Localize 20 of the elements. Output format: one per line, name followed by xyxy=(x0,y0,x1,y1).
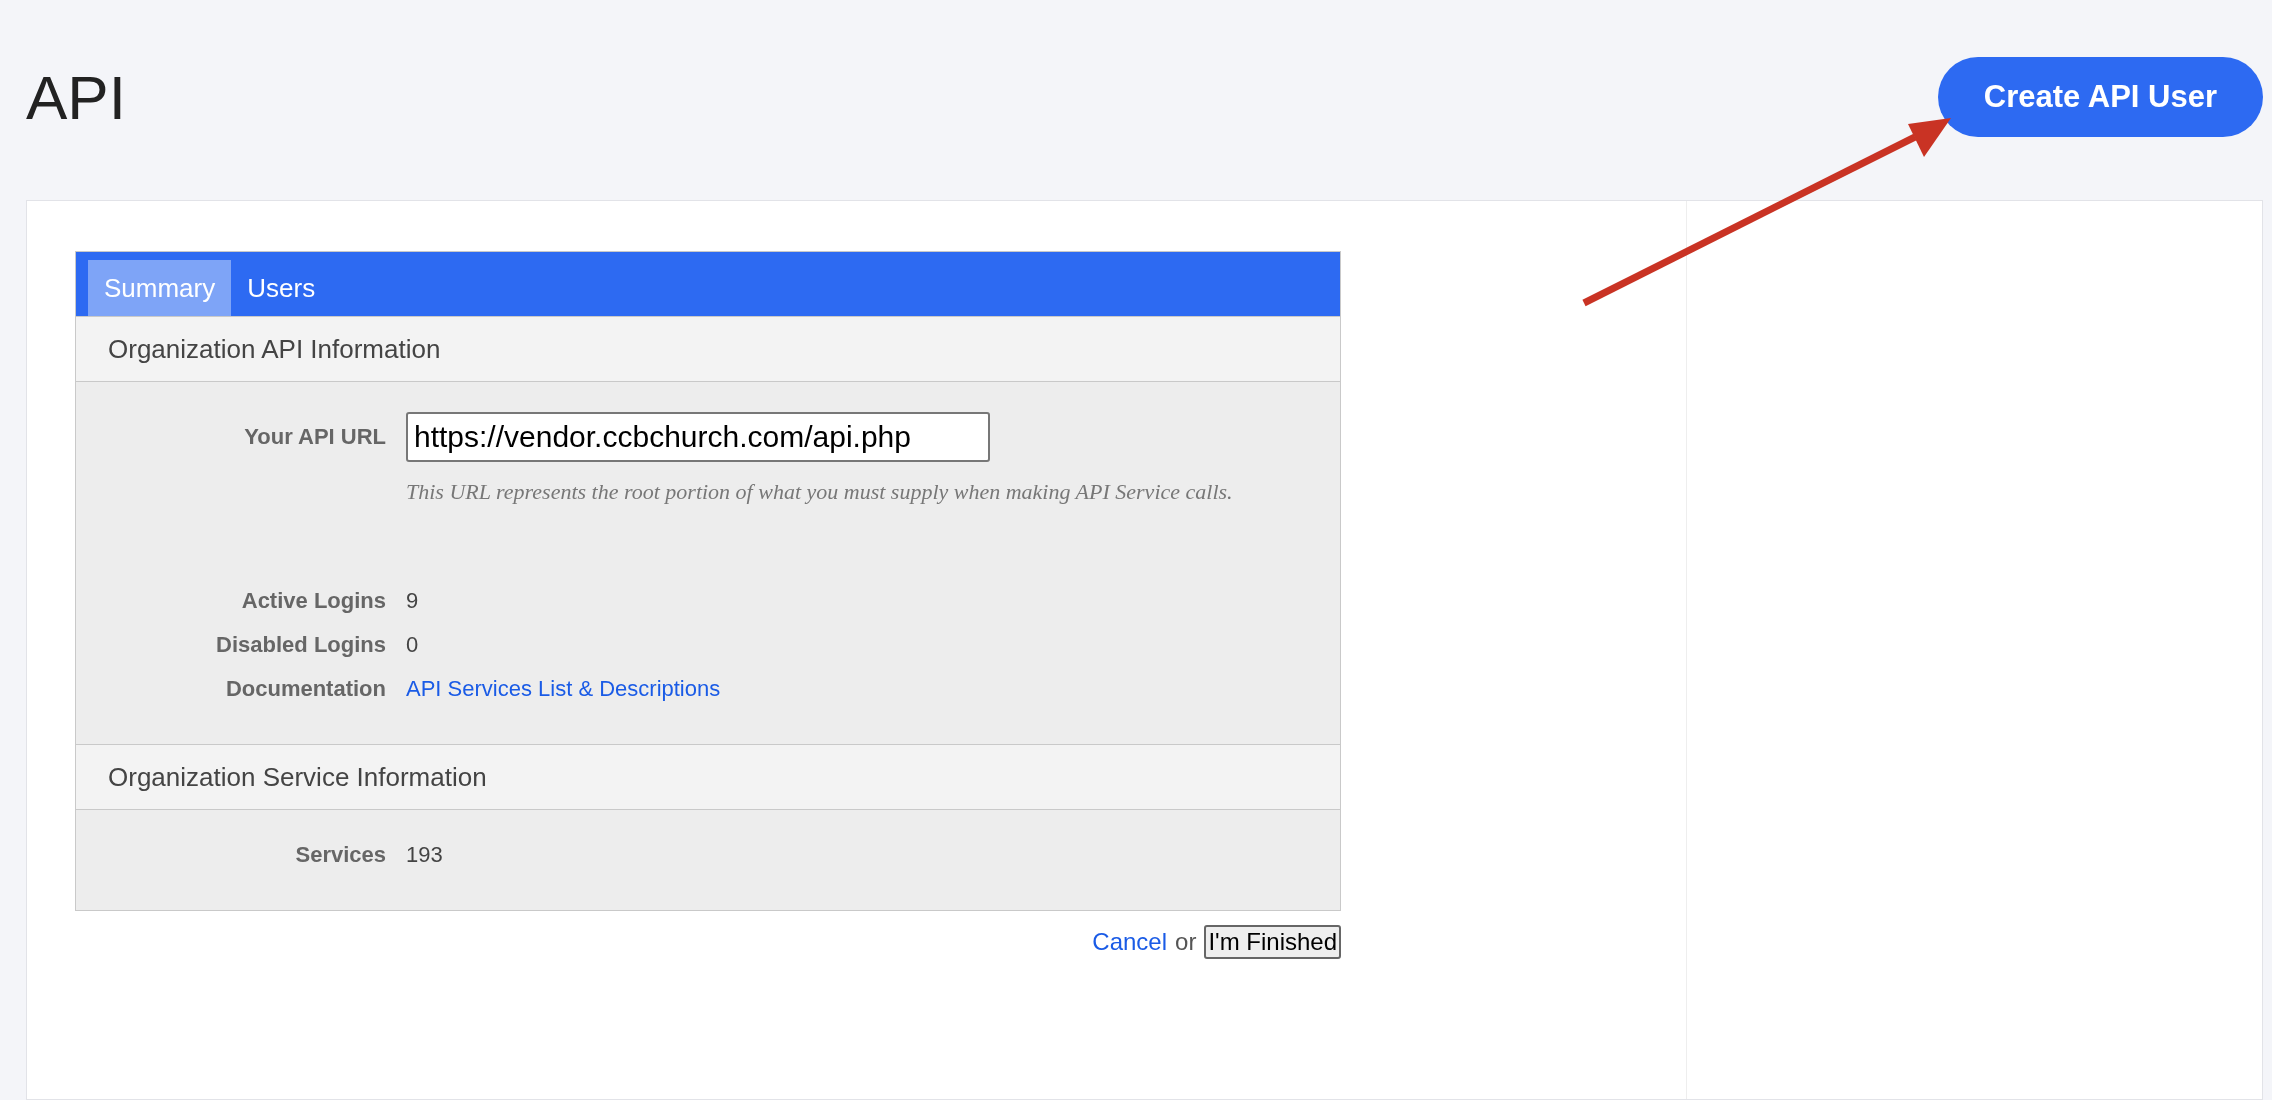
field-label: Disabled Logins xyxy=(215,631,386,659)
tab[interactable]: Summary xyxy=(88,260,232,316)
separator-text: or xyxy=(1175,928,1197,956)
field-label: Documentation xyxy=(224,675,386,703)
section-header: Organization API Information xyxy=(76,316,1340,382)
field-value: 9 xyxy=(406,587,420,615)
create-user-button[interactable]: Create API User xyxy=(1937,57,2263,137)
field-label: Services xyxy=(294,841,386,869)
field-value: 193 xyxy=(406,841,444,869)
hint-text: This URL represents the root portion of what you must supply when making API Service calls. xyxy=(406,478,1234,506)
field-label: Your API URL xyxy=(243,423,386,451)
url-field[interactable]: https://vendor.ccbchurch.com/api.php xyxy=(406,412,990,462)
cancel-link[interactable]: Cancel xyxy=(1092,928,1168,956)
field-label: Active Logins xyxy=(240,587,386,615)
documentation-link[interactable]: API Services List & Descriptions xyxy=(406,676,721,701)
field-value: 0 xyxy=(406,631,420,659)
section-header: Organization Service Information xyxy=(76,744,1340,810)
tab[interactable]: Users xyxy=(231,260,332,316)
finish-button[interactable]: I'm Finished xyxy=(1204,925,1341,959)
page-title: API xyxy=(26,61,126,133)
